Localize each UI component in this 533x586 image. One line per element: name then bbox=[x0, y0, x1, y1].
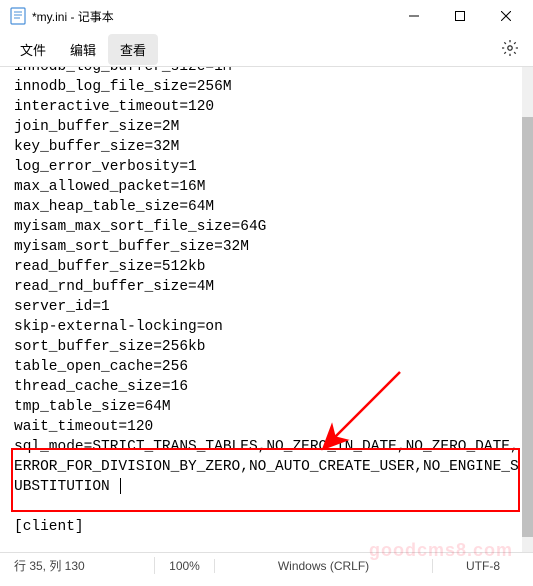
editor-line[interactable]: read_rnd_buffer_size=4M bbox=[14, 277, 519, 297]
window-title: *my.ini - 记事本 bbox=[32, 8, 391, 25]
editor-area[interactable]: innodb_log_buffer_size=1Minnodb_log_file… bbox=[0, 66, 533, 552]
editor-line[interactable]: log_error_verbosity=1 bbox=[14, 157, 519, 177]
text-content[interactable]: innodb_log_buffer_size=1Minnodb_log_file… bbox=[0, 66, 533, 537]
vertical-scrollbar[interactable] bbox=[522, 67, 533, 552]
editor-line[interactable]: skip-external-locking=on bbox=[14, 317, 519, 337]
editor-line[interactable]: innodb_log_file_size=256M bbox=[14, 77, 519, 97]
menu-view[interactable]: 查看 bbox=[108, 34, 158, 65]
editor-line[interactable]: max_heap_table_size=64M bbox=[14, 197, 519, 217]
menu-edit[interactable]: 编辑 bbox=[58, 34, 108, 65]
editor-line[interactable]: sql_mode=STRICT_TRANS_TABLES,NO_ZERO_IN_… bbox=[14, 437, 519, 497]
editor-line[interactable]: [client] bbox=[14, 517, 519, 537]
editor-line[interactable]: key_buffer_size=32M bbox=[14, 137, 519, 157]
close-button[interactable] bbox=[483, 0, 529, 32]
editor-line[interactable]: innodb_log_buffer_size=1M bbox=[14, 66, 519, 77]
editor-line[interactable]: interactive_timeout=120 bbox=[14, 97, 519, 117]
editor-line[interactable]: myisam_max_sort_file_size=64G bbox=[14, 217, 519, 237]
editor-line[interactable]: max_allowed_packet=16M bbox=[14, 177, 519, 197]
menubar: 文件 编辑 查看 bbox=[0, 32, 533, 66]
scrollbar-thumb[interactable] bbox=[522, 117, 533, 537]
notepad-icon bbox=[10, 7, 26, 25]
window-controls bbox=[391, 0, 529, 32]
editor-line[interactable]: wait_timeout=120 bbox=[14, 417, 519, 437]
statusbar: 行 35, 列 130 100% Windows (CRLF) UTF-8 bbox=[0, 552, 533, 578]
status-position: 行 35, 列 130 bbox=[0, 557, 155, 574]
editor-line[interactable] bbox=[14, 497, 519, 517]
editor-line[interactable]: join_buffer_size=2M bbox=[14, 117, 519, 137]
editor-line[interactable]: table_open_cache=256 bbox=[14, 357, 519, 377]
editor-line[interactable]: myisam_sort_buffer_size=32M bbox=[14, 237, 519, 257]
editor-line[interactable]: tmp_table_size=64M bbox=[14, 397, 519, 417]
status-zoom[interactable]: 100% bbox=[155, 559, 215, 573]
settings-button[interactable] bbox=[495, 33, 525, 66]
status-encoding: UTF-8 bbox=[433, 559, 533, 573]
editor-line[interactable]: server_id=1 bbox=[14, 297, 519, 317]
editor-line[interactable]: read_buffer_size=512kb bbox=[14, 257, 519, 277]
status-line-ending: Windows (CRLF) bbox=[215, 559, 433, 573]
titlebar: *my.ini - 记事本 bbox=[0, 0, 533, 32]
editor-line[interactable]: sort_buffer_size=256kb bbox=[14, 337, 519, 357]
minimize-button[interactable] bbox=[391, 0, 437, 32]
editor-line[interactable]: thread_cache_size=16 bbox=[14, 377, 519, 397]
menu-file[interactable]: 文件 bbox=[8, 34, 58, 65]
maximize-button[interactable] bbox=[437, 0, 483, 32]
